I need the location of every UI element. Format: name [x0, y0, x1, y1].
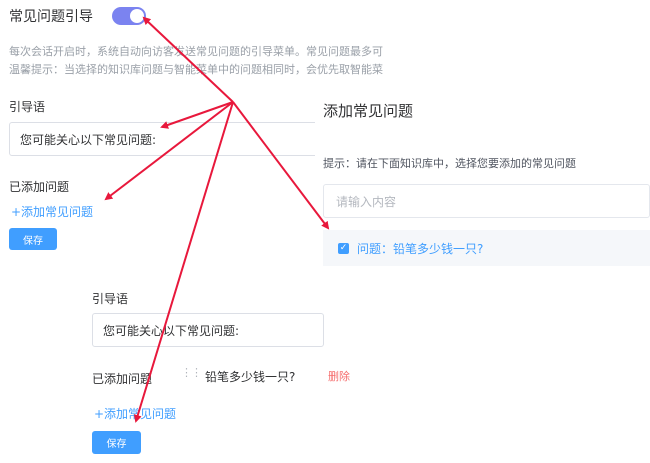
- added-question-item: 铅笔多少钱一只?: [205, 370, 296, 384]
- arrow-to-toggle: [142, 16, 234, 103]
- save-button-2[interactable]: 保存: [92, 431, 141, 454]
- delete-question-link[interactable]: 删除: [328, 368, 350, 384]
- knowledge-search-input[interactable]: 请输入内容: [323, 184, 650, 218]
- add-faq-link-2[interactable]: +添加常见问题: [94, 405, 176, 422]
- guide-text-value: 您可能关心以下常见问题:: [20, 132, 157, 147]
- guide-text-input[interactable]: 您可能关心以下常见问题:: [9, 122, 319, 156]
- section-title: 常见问题引导: [9, 9, 93, 25]
- result-item-text: 问题：铅笔多少钱一只?: [357, 241, 484, 256]
- add-faq-link[interactable]: +添加常见问题: [11, 203, 93, 220]
- arrow-to-dialog: [232, 101, 330, 230]
- guide-text-label: 引导语: [9, 100, 46, 114]
- guide-text-value-2: 您可能关心以下常见问题:: [103, 323, 240, 338]
- guide-toggle-switch[interactable]: [112, 7, 146, 25]
- toggle-knob: [130, 9, 144, 23]
- guide-text-label-2: 引导语: [92, 292, 129, 306]
- add-faq-dialog: 添加常见问题 提示：请在下面知识库中，选择您要添加的常见问题 请输入内容 ✓ 问…: [315, 84, 650, 274]
- description-line-1: 每次会话开启时，系统自动向访客发送常见问题的引导菜单。常见问题最多可: [9, 45, 383, 58]
- search-placeholder: 请输入内容: [336, 194, 397, 209]
- added-questions-label-2: 已添加问题: [92, 372, 153, 386]
- guide-text-input-2[interactable]: 您可能关心以下常见问题:: [92, 313, 324, 347]
- knowledge-result-row[interactable]: ✓ 问题：铅笔多少钱一只?: [323, 230, 650, 266]
- added-questions-label: 已添加问题: [9, 180, 70, 194]
- description-line-2: 温馨提示：当选择的知识库问题与智能菜单中的问题相同时，会优先取智能菜: [9, 63, 383, 76]
- drag-handle-icon[interactable]: ⋮⋮: [181, 366, 202, 379]
- save-button[interactable]: 保存: [9, 228, 57, 250]
- dialog-tip: 提示：请在下面知识库中，选择您要添加的常见问题: [323, 157, 576, 170]
- check-icon[interactable]: ✓: [338, 242, 349, 254]
- dialog-title: 添加常见问题: [323, 102, 414, 120]
